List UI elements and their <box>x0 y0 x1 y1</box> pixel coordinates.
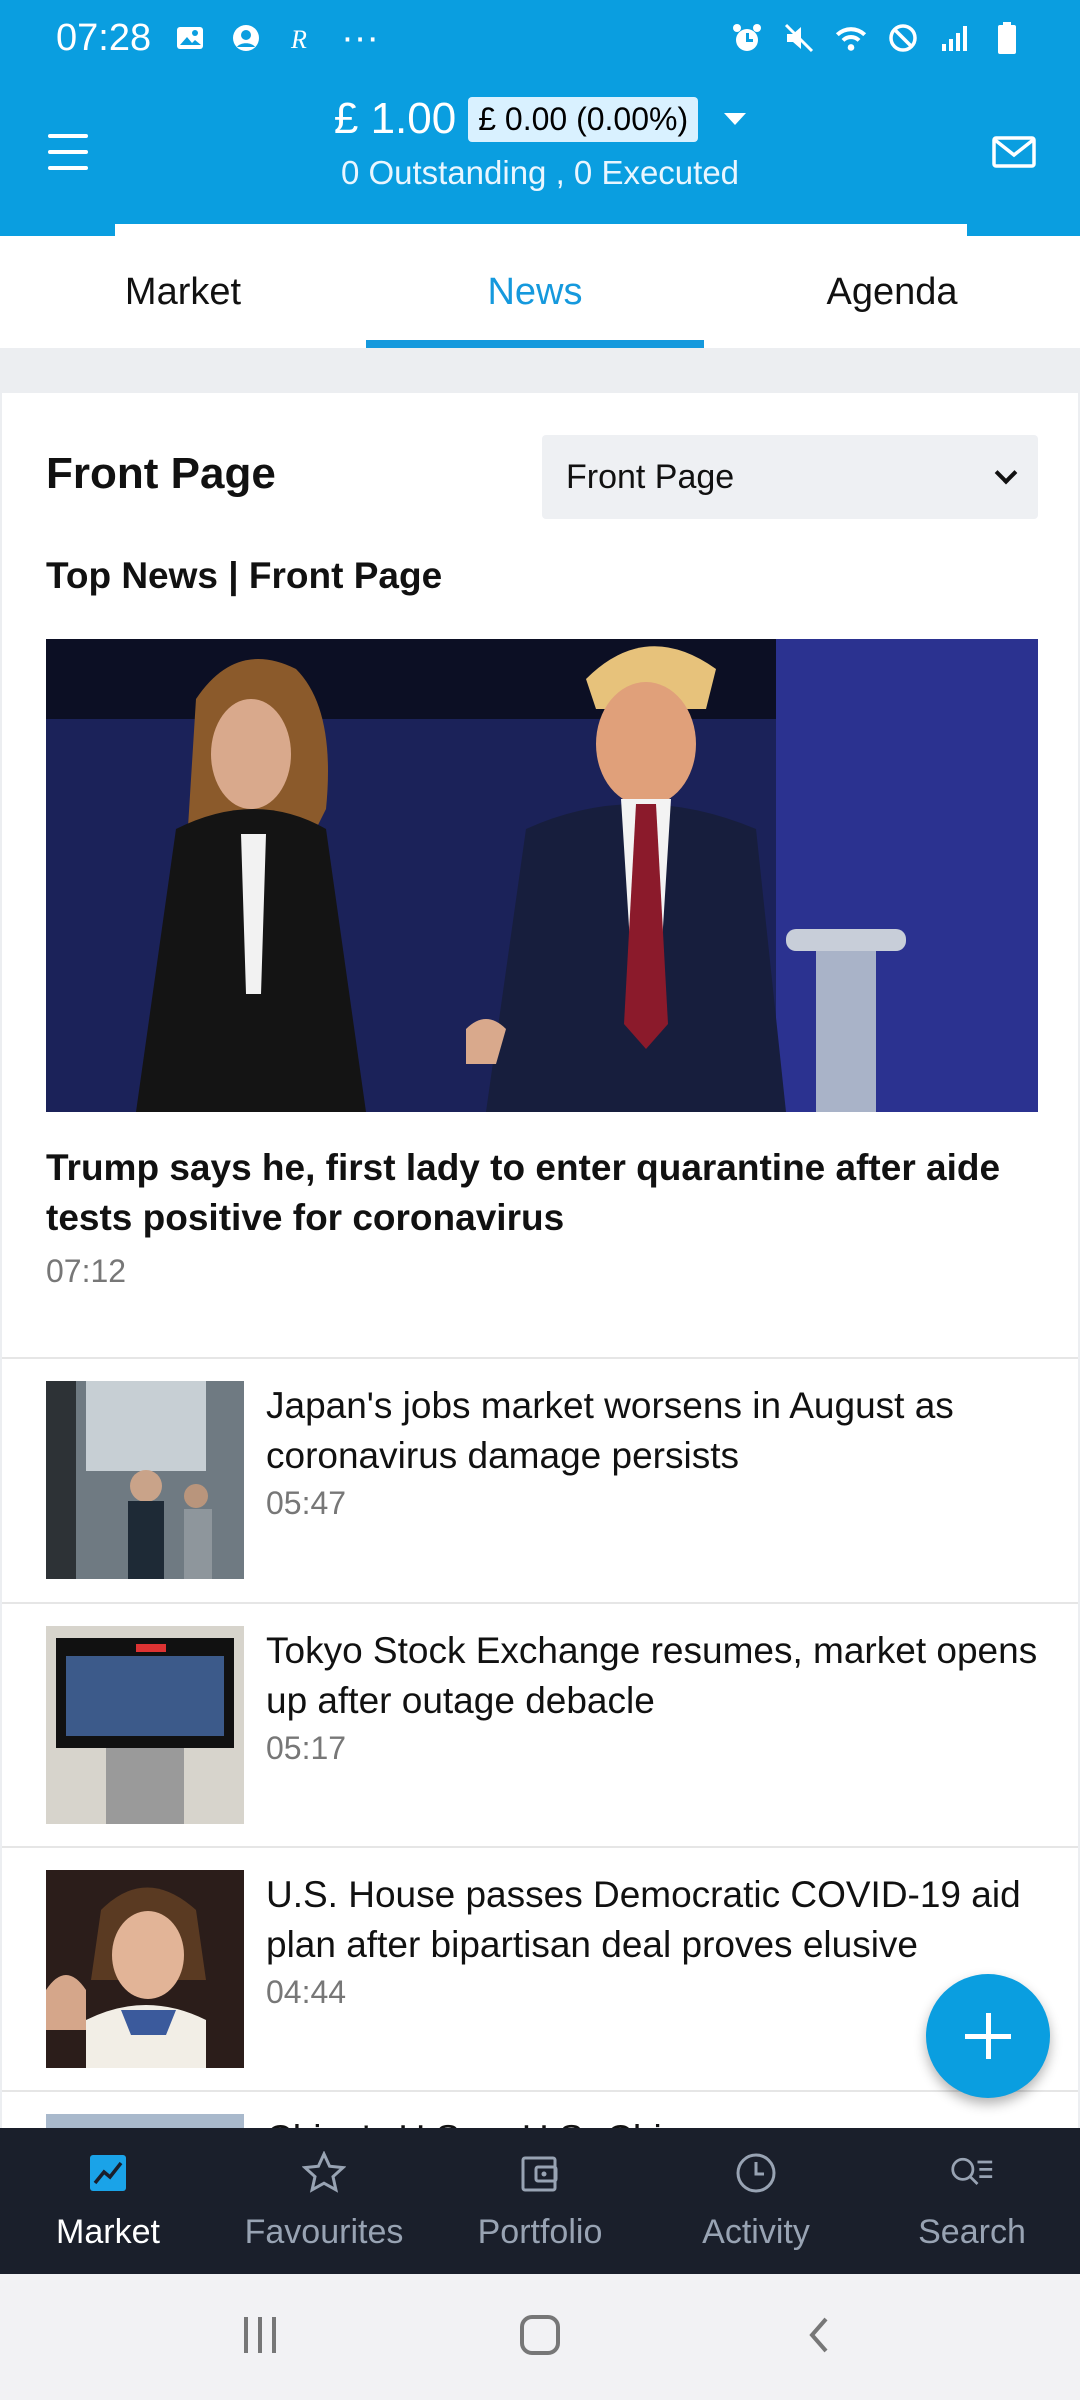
news-category-value: Front Page <box>566 457 735 496</box>
nav-label: Search <box>918 2213 1026 2251</box>
tab-market[interactable]: Market <box>0 236 366 348</box>
app-header: £ 1.00 £ 0.00 (0.00%) 0 Outstanding , 0 … <box>0 76 1080 236</box>
divider <box>2 2090 1078 2092</box>
clock-time: 07:28 <box>56 16 152 59</box>
balance-value: £ 1.00 <box>333 94 457 143</box>
r-app-icon: R <box>285 21 319 55</box>
gallery-icon <box>173 21 207 55</box>
svg-text:R: R <box>290 25 307 53</box>
bottom-nav: Market Favourites Portfolio Activity Sea… <box>0 2128 1080 2274</box>
star-icon <box>302 2151 346 2195</box>
account-icon <box>229 21 263 55</box>
news-headline: China's U.S. ... U.S.-China <box>266 2118 703 2128</box>
system-nav-bar <box>0 2274 1080 2400</box>
news-thumbnail <box>46 1381 244 1579</box>
news-time: 04:44 <box>266 1974 347 2010</box>
wifi-icon <box>834 21 868 55</box>
news-headline: Tokyo Stock Exchange resumes, market ope… <box>266 1630 1038 1721</box>
battery-icon <box>990 21 1024 55</box>
status-bar: 07:28 R ··· <box>0 0 1080 76</box>
news-thumbnail <box>46 2114 244 2128</box>
tab-agenda[interactable]: Agenda <box>704 236 1080 348</box>
nav-search[interactable]: Search <box>864 2128 1080 2274</box>
top-story-time: 07:12 <box>46 1253 127 1289</box>
nav-favourites[interactable]: Favourites <box>216 2128 432 2274</box>
more-notifications-icon: ··· <box>341 16 380 59</box>
mute-icon <box>782 21 816 55</box>
mail-icon[interactable] <box>992 136 1036 168</box>
alarm-icon <box>730 21 764 55</box>
back-icon[interactable] <box>798 2313 842 2362</box>
divider <box>2 1357 1078 1359</box>
news-list-item[interactable]: Japan's jobs market worsens in August as… <box>46 1381 1038 1581</box>
news-card: Front Page Front Page Top News | Front P… <box>2 393 1078 2128</box>
news-headline: Japan's jobs market worsens in August as… <box>266 1385 954 1476</box>
news-list-item[interactable]: China's U.S. ... U.S.-China <box>46 2114 1038 2128</box>
divider <box>2 1846 1078 1848</box>
wallet-icon <box>518 2151 562 2195</box>
nav-market[interactable]: Market <box>0 2128 216 2274</box>
news-thumbnail <box>46 1626 244 1824</box>
tab-news[interactable]: News <box>366 236 704 348</box>
recent-apps-icon[interactable] <box>238 2313 282 2362</box>
orders-summary: 0 Outstanding , 0 Executed <box>340 154 740 191</box>
home-icon[interactable] <box>518 2313 562 2362</box>
page-title: Front Page <box>46 449 276 498</box>
add-button[interactable] <box>926 1974 1050 2098</box>
balance-change-badge: £ 0.00 (0.00%) <box>468 96 699 142</box>
chevron-down-icon <box>994 461 1018 485</box>
news-time: 05:17 <box>266 1730 347 1766</box>
chart-icon <box>86 2151 130 2195</box>
chevron-down-icon[interactable] <box>724 113 747 125</box>
news-headline: U.S. House passes Democratic COVID-19 ai… <box>266 1874 1021 1965</box>
section-heading: Top News | Front Page <box>46 555 443 596</box>
news-thumbnail <box>46 1870 244 2068</box>
news-time: 05:47 <box>266 1485 347 1521</box>
tab-bar-accent-line <box>115 224 967 236</box>
top-story-headline[interactable]: Trump says he, first lady to enter quara… <box>46 1143 1046 1243</box>
nav-label: Market <box>56 2213 160 2251</box>
top-story-image[interactable] <box>46 639 1038 1112</box>
nav-label: Portfolio <box>477 2213 603 2251</box>
signal-icon <box>938 21 972 55</box>
news-list-item[interactable]: U.S. House passes Democratic COVID-19 ai… <box>46 1870 1038 2070</box>
news-category-select[interactable]: Front Page <box>542 435 1038 519</box>
balance-summary[interactable]: £ 1.00 £ 0.00 (0.00%) <box>0 94 1080 144</box>
news-list-item[interactable]: Tokyo Stock Exchange resumes, market ope… <box>46 1626 1038 1826</box>
nav-portfolio[interactable]: Portfolio <box>432 2128 648 2274</box>
tab-bar: Market News Agenda <box>0 224 1080 348</box>
nav-activity[interactable]: Activity <box>648 2128 864 2274</box>
nav-label: Favourites <box>244 2213 404 2251</box>
do-not-disturb-icon <box>886 21 920 55</box>
search-list-icon <box>950 2151 994 2195</box>
clock-icon <box>734 2151 778 2195</box>
divider <box>2 1602 1078 1604</box>
nav-label: Activity <box>702 2213 810 2251</box>
